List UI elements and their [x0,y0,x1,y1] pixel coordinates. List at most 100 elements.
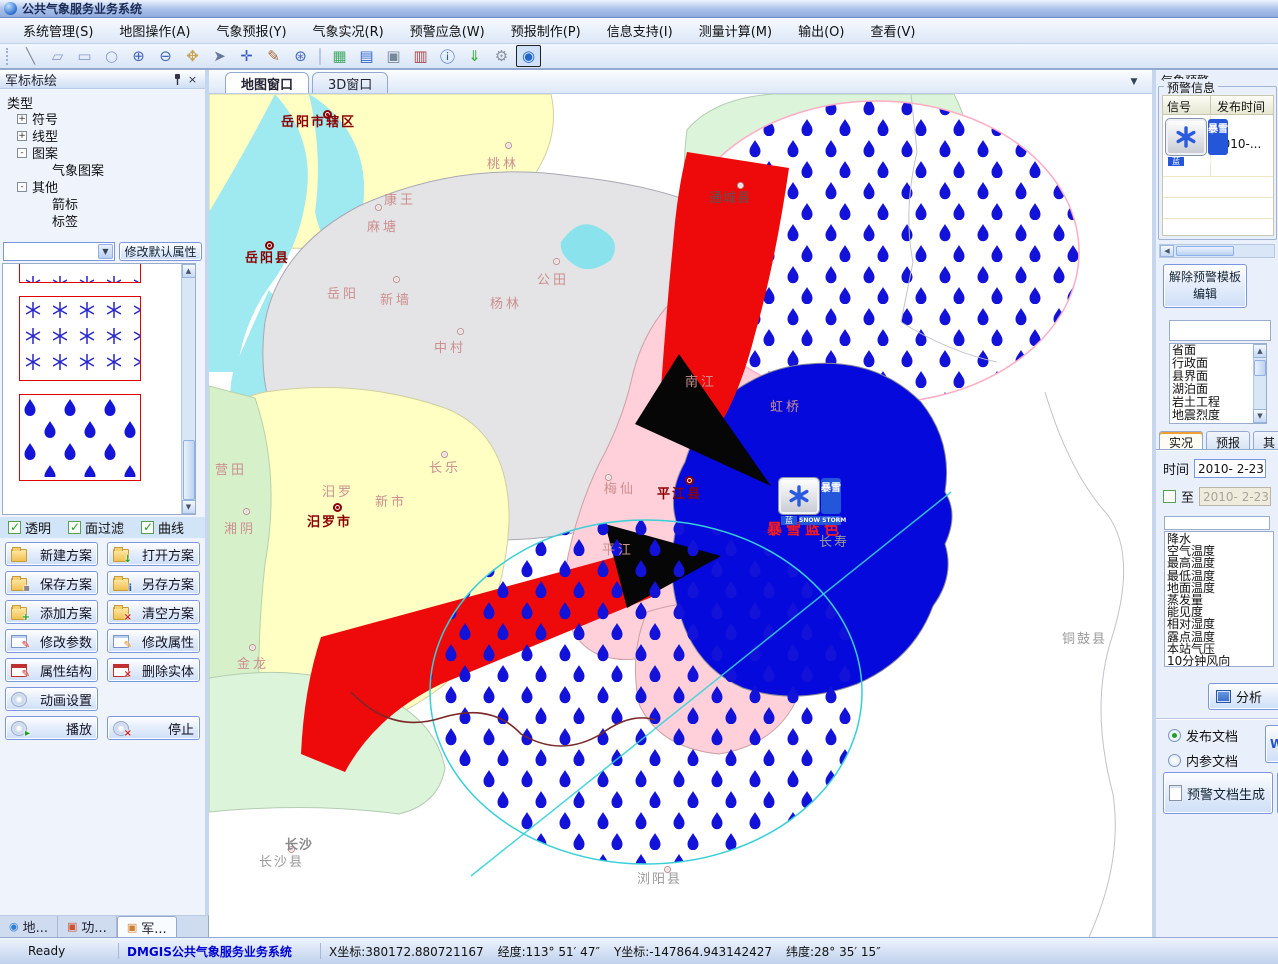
rectangle-icon[interactable]: ▭ [72,45,97,67]
table-hscrollbar[interactable]: ◀ [1159,244,1275,258]
element-list-item[interactable]: 相对湿度 [1167,618,1273,630]
layer-list-item[interactable]: 地震烈度 [1172,409,1266,422]
tree-item[interactable]: 气象图案 [37,161,104,178]
polygon-icon[interactable]: ▱ [45,45,70,67]
tree-expand-icon[interactable]: - [17,182,27,192]
scheme-button[interactable]: ✎ 属性结构 [5,658,98,682]
scheme-button[interactable]: ▸ 播放 [5,716,98,740]
scheme-button[interactable]: × 删除实体 [107,658,200,682]
data-mode-tab[interactable]: 其 [1253,431,1278,450]
word-doc-button-partial[interactable]: W [1265,725,1278,763]
menu-item[interactable]: 气象实况(R) [300,17,397,44]
option-checkbox[interactable]: 面过滤 [68,518,124,537]
symbol-combobox[interactable]: ▼ [3,242,115,261]
scheme-button[interactable]: 动画设置 [5,687,98,711]
menu-item[interactable]: 预报制作(P) [498,17,594,44]
dock-tab[interactable]: ▣ 军... [117,916,177,937]
pattern-list-scrollbar[interactable]: ▲ ▼ [181,264,195,514]
tree-item[interactable]: - 其他 [17,178,104,195]
separator[interactable] [319,48,321,65]
info-icon[interactable]: ⓘ [435,45,460,67]
element-listbox[interactable]: 降水 空气温度 最高温度 最低温度 地面温度 蒸发量 能见度 相对湿度 露点温度… [1164,531,1274,667]
table-row[interactable]: 暴雪 蓝 SNOW STORM 2010-... [1163,115,1273,177]
element-preview-box[interactable] [1164,516,1270,530]
pattern-swatch-snow-partial[interactable] [19,264,141,283]
checkbox-icon[interactable] [68,521,81,534]
scroll-thumb[interactable] [183,440,195,500]
select-arrow-icon[interactable]: ➤ [207,45,232,67]
scroll-left-icon[interactable]: ◀ [1160,245,1174,257]
tree-root-label[interactable]: 类型 [7,93,104,110]
tree-item[interactable]: 标签 [37,212,104,229]
col-publish-time[interactable]: 发布时间 [1211,96,1273,114]
tree-expand-icon[interactable]: + [17,131,27,141]
draw-line-icon[interactable]: ╲ [18,45,43,67]
radio-icon[interactable] [1168,754,1181,767]
checkbox-icon[interactable] [8,521,21,534]
scheme-button[interactable]: ▪ 保存方案 [5,571,98,595]
print-preview-icon[interactable]: ▥ [408,45,433,67]
to-checkbox[interactable] [1163,490,1176,503]
layer-list-scrollbar[interactable]: ▲ ▼ [1253,344,1266,423]
menu-item[interactable]: 地图操作(A) [106,17,203,44]
scroll-up-icon[interactable]: ▲ [182,264,196,278]
menu-item[interactable]: 测量计算(M) [686,17,785,44]
tree-item[interactable]: - 图案 [17,144,104,161]
download-icon[interactable]: ⇓ [462,45,487,67]
toolbar-grip[interactable] [6,48,11,65]
scheme-button[interactable]: i 另存方案 [107,571,200,595]
doc-type-radio[interactable]: 内参文档 [1168,751,1238,770]
scheme-button[interactable]: ↓ 打开方案 [107,542,200,566]
map-canvas[interactable]: 岳阳市辖区 岳阳县 汨罗市 平江县 桃林 康王 麻塘 公田 岳阳 新墙 杨林 中… [209,94,1152,937]
data-mode-tab[interactable]: 预报 [1206,431,1250,450]
globe-icon[interactable]: ◉ [516,45,541,67]
ellipse-icon[interactable]: ○ [99,45,124,67]
analyze-button[interactable]: 分析 [1208,683,1278,710]
pan-hand-icon[interactable]: ✥ [180,45,205,67]
settings-gear-icon[interactable]: ⚙ [489,45,514,67]
menu-item[interactable]: 查看(V) [857,17,928,44]
tree-expand-icon[interactable]: - [17,148,27,158]
scheme-button[interactable]: × 停止 [107,716,200,740]
tree-item[interactable]: 箭标 [37,195,104,212]
print-icon[interactable]: ▣ [381,45,406,67]
move-icon[interactable]: ✛ [234,45,259,67]
tab-list-dropdown-icon[interactable]: ▼ [1126,77,1142,87]
scroll-down-icon[interactable]: ▼ [1253,409,1267,423]
radio-icon[interactable] [1168,729,1181,742]
time-input[interactable]: 2010- 2-23 [1194,459,1266,478]
zoom-out-icon[interactable]: ⊖ [153,45,178,67]
zoom-in-icon[interactable]: ⊕ [126,45,151,67]
tab-map-window[interactable]: 地图窗口 [225,72,309,93]
scheme-button[interactable]: + 添加方案 [5,600,98,624]
col-signal[interactable]: 信号 [1163,96,1211,114]
menu-item[interactable]: 气象预报(Y) [203,17,299,44]
tree-item[interactable]: + 线型 [17,127,104,144]
tab-3d-window[interactable]: 3D窗口 [312,72,388,93]
pattern-list[interactable]: ▲ ▼ [2,263,196,515]
dock-tab[interactable]: ▣ 功... [58,916,117,937]
menu-item[interactable]: 系统管理(S) [10,17,106,44]
pin-icon[interactable] [170,72,185,87]
dock-tab[interactable]: ◉ 地... [0,916,58,937]
scheme-button[interactable]: ✎ 修改参数 [5,629,98,653]
dismiss-warning-template-button[interactable]: 解除预警模板编辑 [1163,264,1247,308]
option-checkbox[interactable]: 透明 [8,518,51,537]
data-mode-tab[interactable]: 实况 [1159,431,1203,450]
tree-expand-icon[interactable]: + [17,114,27,124]
scroll-down-icon[interactable]: ▼ [182,500,196,514]
scheme-button[interactable]: × 清空方案 [107,600,200,624]
scheme-button[interactable]: ✎ 修改属性 [107,629,200,653]
checkbox-icon[interactable] [141,521,154,534]
scheme-button[interactable]: 新建方案 [5,542,98,566]
paintbrush-icon[interactable]: ✎ [261,45,286,67]
tree-item[interactable]: + 符号 [17,110,104,127]
modify-default-attr-button[interactable]: 修改默认属性 [119,242,202,261]
scroll-thumb[interactable] [1254,360,1266,376]
generate-warning-doc-button[interactable]: 预警文档生成 [1163,772,1273,814]
pattern-swatch-rain[interactable] [19,394,141,481]
image-icon[interactable]: ▦ [327,45,352,67]
window-icon[interactable]: ▤ [354,45,379,67]
menu-item[interactable]: 预警应急(W) [397,17,498,44]
element-list-item[interactable]: 10分钟风向 [1167,655,1273,667]
